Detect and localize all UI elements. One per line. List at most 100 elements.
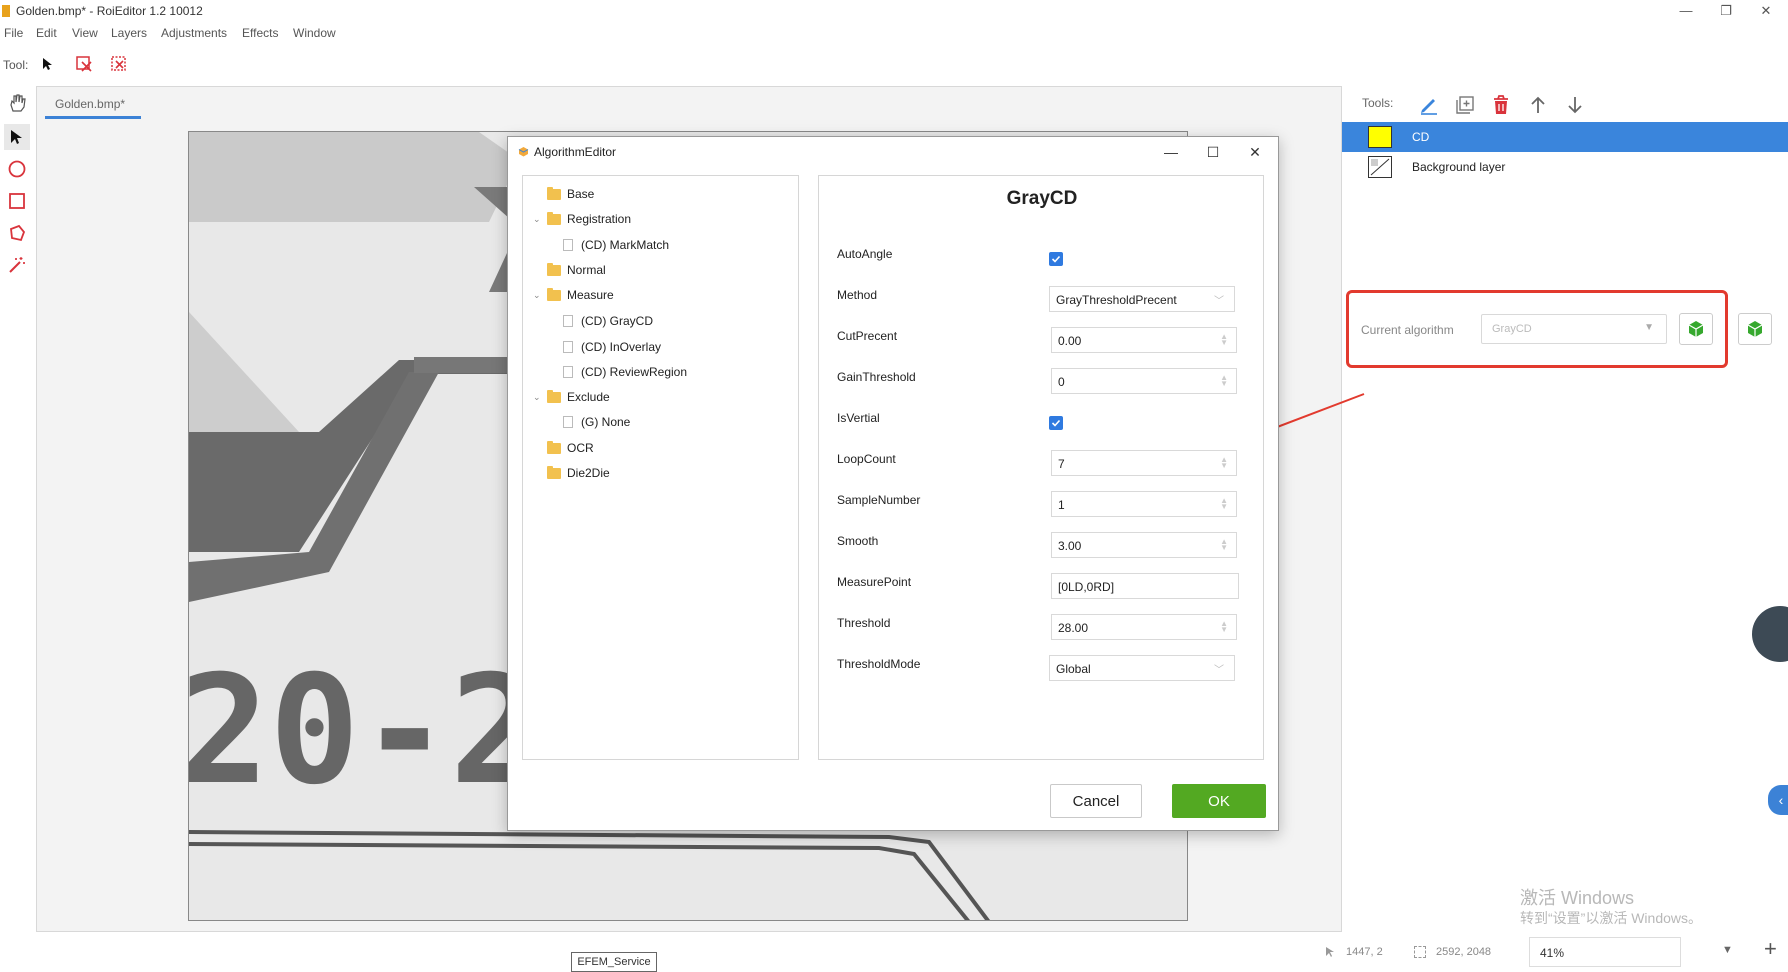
menu-file[interactable]: File (4, 26, 23, 40)
menu-bar: File Edit View Layers Adjustments Effect… (0, 22, 1788, 44)
algorithm-editor-dialog: AlgorithmEditor — ☐ ✕ Base ⌄ Registration… (507, 136, 1279, 831)
delete-roi-icon[interactable] (75, 55, 93, 73)
algorithm-tree: Base ⌄ Registration (CD) MarkMatch Normal… (522, 175, 799, 760)
tree-item-markmatch[interactable]: (CD) MarkMatch (563, 234, 669, 256)
tree-folder-measure[interactable]: ⌄ Measure (533, 284, 614, 306)
menu-effects[interactable]: Effects (242, 26, 278, 40)
tree-item-reviewregion[interactable]: (CD) ReviewRegion (563, 361, 687, 383)
prop-label-thresholdmode: ThresholdMode (837, 657, 921, 671)
clear-roi-icon[interactable] (110, 55, 128, 73)
zoom-dropdown-icon[interactable]: ▼ (1722, 944, 1733, 956)
move-up-icon[interactable] (1523, 90, 1553, 120)
prop-label-autoangle: AutoAngle (837, 247, 893, 261)
spinner-icon[interactable]: ▲ ▼ (1220, 620, 1228, 634)
tree-folder-ocr[interactable]: OCR (547, 437, 594, 459)
samplenumber-input[interactable]: 1 ▲ ▼ (1051, 491, 1237, 517)
smooth-input[interactable]: 3.00 ▲ ▼ (1051, 532, 1237, 558)
tab-golden-bmp[interactable]: Golden.bmp* (45, 89, 141, 119)
maximize-button[interactable]: ❐ (1706, 2, 1746, 20)
chevron-left-icon[interactable]: ‹ (1768, 785, 1788, 815)
dialog-maximize-button[interactable]: ☐ (1196, 141, 1230, 163)
measurepoint-input[interactable]: [0LD,0RD] (1051, 573, 1239, 599)
tool-label: Tool: (3, 58, 29, 72)
activation-watermark-title: 激活 Windows (1520, 888, 1635, 908)
thresholdmode-select[interactable]: Global ﹀ (1049, 655, 1235, 681)
tree-folder-base[interactable]: Base (547, 183, 594, 205)
menu-window[interactable]: Window (293, 26, 336, 40)
chevron-down-icon: ▼ (1644, 322, 1654, 333)
tree-item-graycd[interactable]: (CD) GrayCD (563, 310, 653, 332)
chevron-down-icon[interactable]: ⌄ (533, 290, 543, 301)
spinner-icon[interactable]: ▲ ▼ (1220, 333, 1228, 347)
status-bar: EFEM_Service 1447, 2 2592, 2048 − 41% ▼ … (0, 932, 1788, 972)
polygon-tool-icon[interactable] (4, 220, 30, 246)
menu-layers[interactable]: Layers (111, 26, 147, 40)
algorithm-editor-button[interactable] (1679, 313, 1713, 345)
menu-edit[interactable]: Edit (36, 26, 57, 40)
menu-adjustments[interactable]: Adjustments (161, 26, 227, 40)
prop-label-gainthreshold: GainThreshold (837, 370, 916, 384)
background-thumbnail-icon (1368, 156, 1392, 178)
spinner-icon[interactable]: ▲ ▼ (1220, 374, 1228, 388)
spinner-icon[interactable]: ▲ ▼ (1220, 497, 1228, 511)
ok-button[interactable]: OK (1172, 784, 1266, 818)
document-icon (563, 315, 573, 327)
dialog-minimize-button[interactable]: — (1154, 141, 1188, 163)
efem-service-tab[interactable]: EFEM_Service (571, 952, 657, 972)
algorithm-apply-button[interactable] (1738, 313, 1772, 345)
loopcount-input[interactable]: 7 ▲ ▼ (1051, 450, 1237, 476)
current-algorithm-select[interactable]: GrayCD ▼ (1481, 314, 1667, 344)
threshold-input[interactable]: 28.00 ▲ ▼ (1051, 614, 1237, 640)
title-bar: Golden.bmp* - RoiEditor 1.2 10012 — ❐ ✕ (0, 0, 1788, 22)
edit-layer-icon[interactable] (1414, 90, 1444, 120)
tree-item-none[interactable]: (G) None (563, 411, 630, 433)
magic-wand-tool-icon[interactable] (4, 252, 30, 278)
smooth-value: 3.00 (1058, 539, 1082, 553)
zoom-input[interactable]: 41% (1529, 937, 1681, 967)
minimize-button[interactable]: — (1666, 2, 1706, 20)
tree-label: OCR (567, 441, 594, 455)
cancel-button[interactable]: Cancel (1050, 784, 1142, 818)
cutprecent-input[interactable]: 0.00 ▲ ▼ (1051, 327, 1237, 353)
gainthreshold-input[interactable]: 0 ▲ ▼ (1051, 368, 1237, 394)
spinner-icon[interactable]: ▲ ▼ (1220, 456, 1228, 470)
pointer-tool-icon[interactable] (40, 56, 56, 72)
tree-folder-die2die[interactable]: Die2Die (547, 462, 610, 484)
tree-label: (G) None (581, 415, 631, 429)
cursor-icon (1324, 946, 1336, 958)
document-icon (563, 341, 573, 353)
close-button[interactable]: ✕ (1746, 2, 1786, 20)
layer-row-cd[interactable]: CD (1342, 122, 1788, 152)
prop-label-method: Method (837, 288, 878, 302)
method-select[interactable]: GrayThresholdPrecent ﹀ (1049, 286, 1235, 312)
move-down-icon[interactable] (1560, 90, 1590, 120)
circle-tool-icon[interactable] (4, 156, 30, 182)
autoangle-checkbox[interactable] (1049, 252, 1063, 266)
chevron-down-icon[interactable]: ⌄ (533, 214, 543, 225)
rectangle-tool-icon[interactable] (4, 188, 30, 214)
tree-folder-registration[interactable]: ⌄ Registration (533, 208, 632, 230)
add-layer-icon[interactable] (1450, 90, 1480, 120)
layer-row-background[interactable]: Background layer (1342, 152, 1788, 182)
menu-view[interactable]: View (72, 26, 98, 40)
isvertial-checkbox[interactable] (1049, 416, 1063, 430)
chevron-down-icon[interactable]: ⌄ (533, 392, 543, 403)
tree-folder-exclude[interactable]: ⌄ Exclude (533, 386, 610, 408)
tree-item-inoverlay[interactable]: (CD) InOverlay (563, 336, 661, 358)
gainthreshold-value: 0 (1058, 375, 1065, 389)
zoom-in-button[interactable]: + (1764, 938, 1777, 960)
select-tool-icon[interactable] (4, 124, 30, 150)
delete-layer-icon[interactable] (1486, 90, 1516, 120)
spinner-icon[interactable]: ▲ ▼ (1220, 538, 1228, 552)
folder-icon (547, 211, 561, 225)
tree-folder-normal[interactable]: Normal (547, 259, 606, 281)
tool-palette (0, 84, 34, 914)
image-size: 2592, 2048 (1436, 946, 1492, 958)
prop-label-threshold: Threshold (837, 616, 891, 630)
hand-tool-icon[interactable] (4, 90, 30, 116)
tree-label: Registration (567, 212, 632, 226)
dialog-close-button[interactable]: ✕ (1238, 141, 1272, 163)
samplenumber-value: 1 (1058, 498, 1065, 512)
cube-icon (1688, 321, 1704, 337)
selection-size-icon (1414, 946, 1426, 958)
